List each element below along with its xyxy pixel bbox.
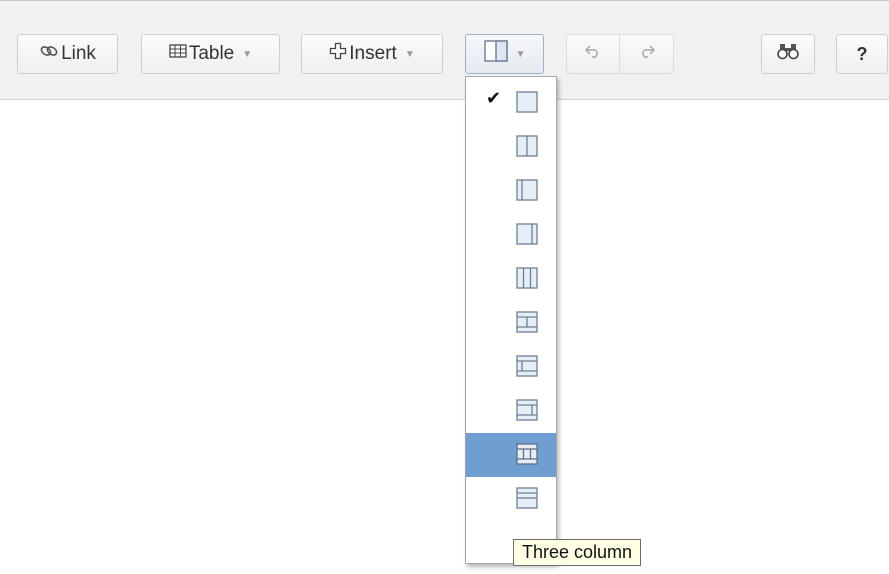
layout-option-header-footer-more[interactable] [466, 477, 556, 521]
help-button[interactable]: ? [836, 34, 888, 74]
header-footer-right-sidebar-layout-icon [516, 399, 538, 421]
layout-option-header-footer-left-sidebar[interactable] [466, 345, 556, 389]
chevron-down-icon: ▼ [515, 48, 526, 60]
layout-menu: ✔ [465, 76, 557, 564]
header-footer-more-layout-icon [516, 487, 538, 509]
plus-icon [329, 42, 347, 66]
find-button[interactable] [761, 34, 815, 74]
insert-button[interactable]: Insert ▼ [301, 34, 443, 74]
link-button-label: Link [61, 43, 96, 64]
layout-option-two-column[interactable] [466, 125, 556, 169]
layout-option-three-column[interactable] [466, 257, 556, 301]
toolbar: Link Table ▼ Insert ▼ ▼ ? [0, 0, 889, 100]
one-column-layout-icon [516, 91, 538, 113]
two-column-layout-icon [516, 135, 538, 157]
layout-dropdown-button[interactable]: ▼ [465, 34, 544, 74]
right-sidebar-layout-icon [516, 223, 538, 245]
chevron-down-icon: ▼ [404, 48, 415, 60]
layout-option-header-footer-one-column[interactable] [466, 301, 556, 345]
layout-option-one-column[interactable]: ✔ [466, 81, 556, 125]
three-column-layout-icon [516, 267, 538, 289]
layout-option-header-footer-three-column[interactable] [466, 433, 556, 477]
check-icon: ✔ [486, 88, 502, 108]
redo-icon [638, 43, 656, 65]
table-button[interactable]: Table ▼ [141, 34, 280, 74]
chevron-down-icon: ▼ [242, 48, 253, 60]
binoculars-icon [777, 42, 799, 66]
layout-option-right-sidebar[interactable] [466, 213, 556, 257]
layout-icon [483, 40, 508, 68]
undo-icon [584, 43, 602, 65]
insert-button-label: Insert [349, 43, 397, 64]
layout-option-header-footer-right-sidebar[interactable] [466, 389, 556, 433]
link-button[interactable]: Link [17, 34, 118, 74]
link-icon [39, 43, 59, 65]
left-sidebar-layout-icon [516, 179, 538, 201]
help-label: ? [856, 43, 868, 64]
header-footer-left-sidebar-layout-icon [516, 355, 538, 377]
header-footer-one-column-layout-icon [516, 311, 538, 333]
header-footer-three-column-layout-icon [516, 443, 538, 465]
redo-button[interactable] [620, 34, 674, 74]
table-icon [169, 43, 187, 65]
undo-button[interactable] [566, 34, 620, 74]
layout-option-left-sidebar[interactable] [466, 169, 556, 213]
table-button-label: Table [188, 43, 235, 64]
tooltip: Three column [513, 539, 642, 566]
